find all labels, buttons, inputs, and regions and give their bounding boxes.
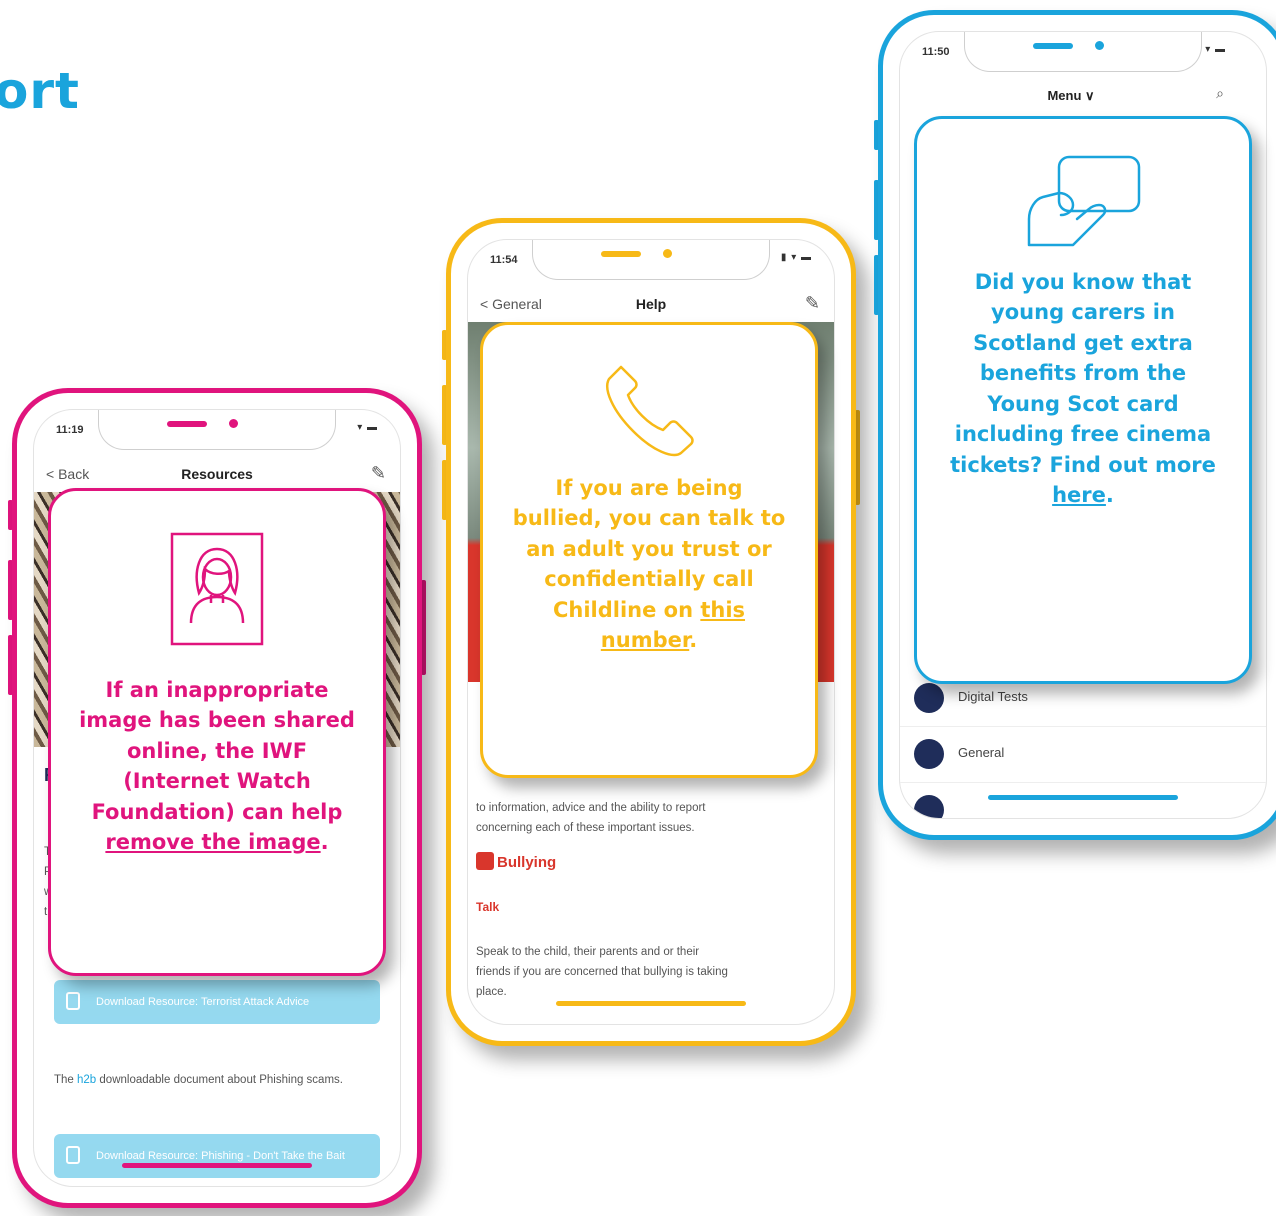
- body-line: friends if you are concerned that bullyi…: [476, 966, 728, 978]
- card-text: Did you know that young carers in Scotla…: [950, 270, 1216, 477]
- menu-dropdown[interactable]: Menu ∨: [900, 88, 1242, 104]
- camera: [229, 419, 238, 428]
- card-text-end: .: [1105, 483, 1114, 508]
- home-indicator: [556, 1001, 746, 1006]
- general-icon: [914, 739, 944, 769]
- navbar: < General Help ✎: [468, 290, 834, 320]
- card-message: If you are being bullied, you can talk t…: [509, 473, 789, 656]
- person-portrait-icon: [170, 532, 264, 646]
- notch: [98, 410, 336, 450]
- navbar: Menu ∨ ⌕: [900, 82, 1266, 112]
- home-indicator: [122, 1163, 312, 1168]
- speaker: [167, 421, 207, 427]
- speaker: [1033, 43, 1073, 49]
- search-icon[interactable]: ⌕: [1216, 85, 1224, 102]
- compose-icon[interactable]: ✎: [371, 463, 386, 484]
- document-icon: [66, 992, 80, 1010]
- menu-item[interactable]: [900, 782, 1266, 818]
- download-resource-button[interactable]: Download Resource: Terrorist Attack Advi…: [54, 980, 380, 1024]
- notch: [964, 32, 1202, 72]
- pink-info-card: If an inappropriate image has been share…: [48, 488, 386, 976]
- card-message: If an inappropriate image has been share…: [73, 675, 361, 858]
- page-headline: ort: [0, 62, 80, 120]
- status-icons: ▾ ▬: [357, 422, 378, 433]
- nav-title: Resources: [181, 466, 253, 482]
- card-text-end: .: [689, 628, 698, 653]
- yellow-info-card: If you are being bullied, you can talk t…: [480, 322, 818, 778]
- body-line: Speak to the child, their parents and or…: [476, 946, 700, 958]
- digital-tests-icon: [914, 683, 944, 713]
- body-line: to information, advice and the ability t…: [476, 802, 706, 814]
- download-label: Download Resource: Terrorist Attack Advi…: [96, 996, 310, 1008]
- status-time: 11:54: [490, 254, 518, 266]
- phone-icon: [606, 365, 694, 457]
- bullying-heading: Bullying: [476, 852, 556, 871]
- navbar: < Back Resources ✎: [34, 460, 400, 490]
- here-link[interactable]: here: [1052, 483, 1106, 507]
- body-text-post: downloadable document about Phishing sca…: [96, 1074, 343, 1086]
- menu-item[interactable]: General: [900, 726, 1266, 783]
- document-icon: [66, 1146, 80, 1164]
- menu-label: General: [958, 745, 1005, 760]
- card-in-hand-icon: [1027, 155, 1141, 247]
- h2b-link[interactable]: h2b: [77, 1074, 96, 1086]
- bullying-icon: [476, 852, 494, 870]
- status-time: 11:50: [922, 46, 950, 58]
- talk-heading: Talk: [476, 900, 500, 914]
- remove-image-link[interactable]: remove the image: [105, 830, 320, 854]
- menu-label: Digital Tests: [958, 689, 1028, 704]
- menu-item-icon: [914, 795, 944, 818]
- card-message: Did you know that young carers in Scotla…: [943, 267, 1223, 511]
- body-line: place.: [476, 986, 507, 998]
- body-line: concerning each of these important issue…: [476, 822, 695, 834]
- download-resource-button[interactable]: Download Resource: Phishing - Don't Take…: [54, 1134, 380, 1178]
- body-text: The h2b downloadable document about Phis…: [54, 1070, 380, 1090]
- blue-info-card: Did you know that young carers in Scotla…: [914, 116, 1252, 684]
- body-text-pre: The: [54, 1074, 78, 1086]
- nav-title: Help: [635, 296, 667, 312]
- camera: [663, 249, 672, 258]
- status-icons: ▮ ▾ ▬: [780, 252, 812, 263]
- compose-icon[interactable]: ✎: [805, 293, 820, 314]
- home-indicator: [988, 795, 1178, 800]
- bullying-heading-text: Bullying: [497, 854, 557, 871]
- status-time: 11:19: [56, 424, 84, 436]
- download-label: Download Resource: Phishing - Don't Take…: [96, 1150, 345, 1162]
- notch: [532, 240, 770, 280]
- card-text-end: .: [320, 830, 329, 855]
- card-text: If an inappropriate image has been share…: [79, 678, 355, 824]
- speaker: [601, 251, 641, 257]
- camera: [1095, 41, 1104, 50]
